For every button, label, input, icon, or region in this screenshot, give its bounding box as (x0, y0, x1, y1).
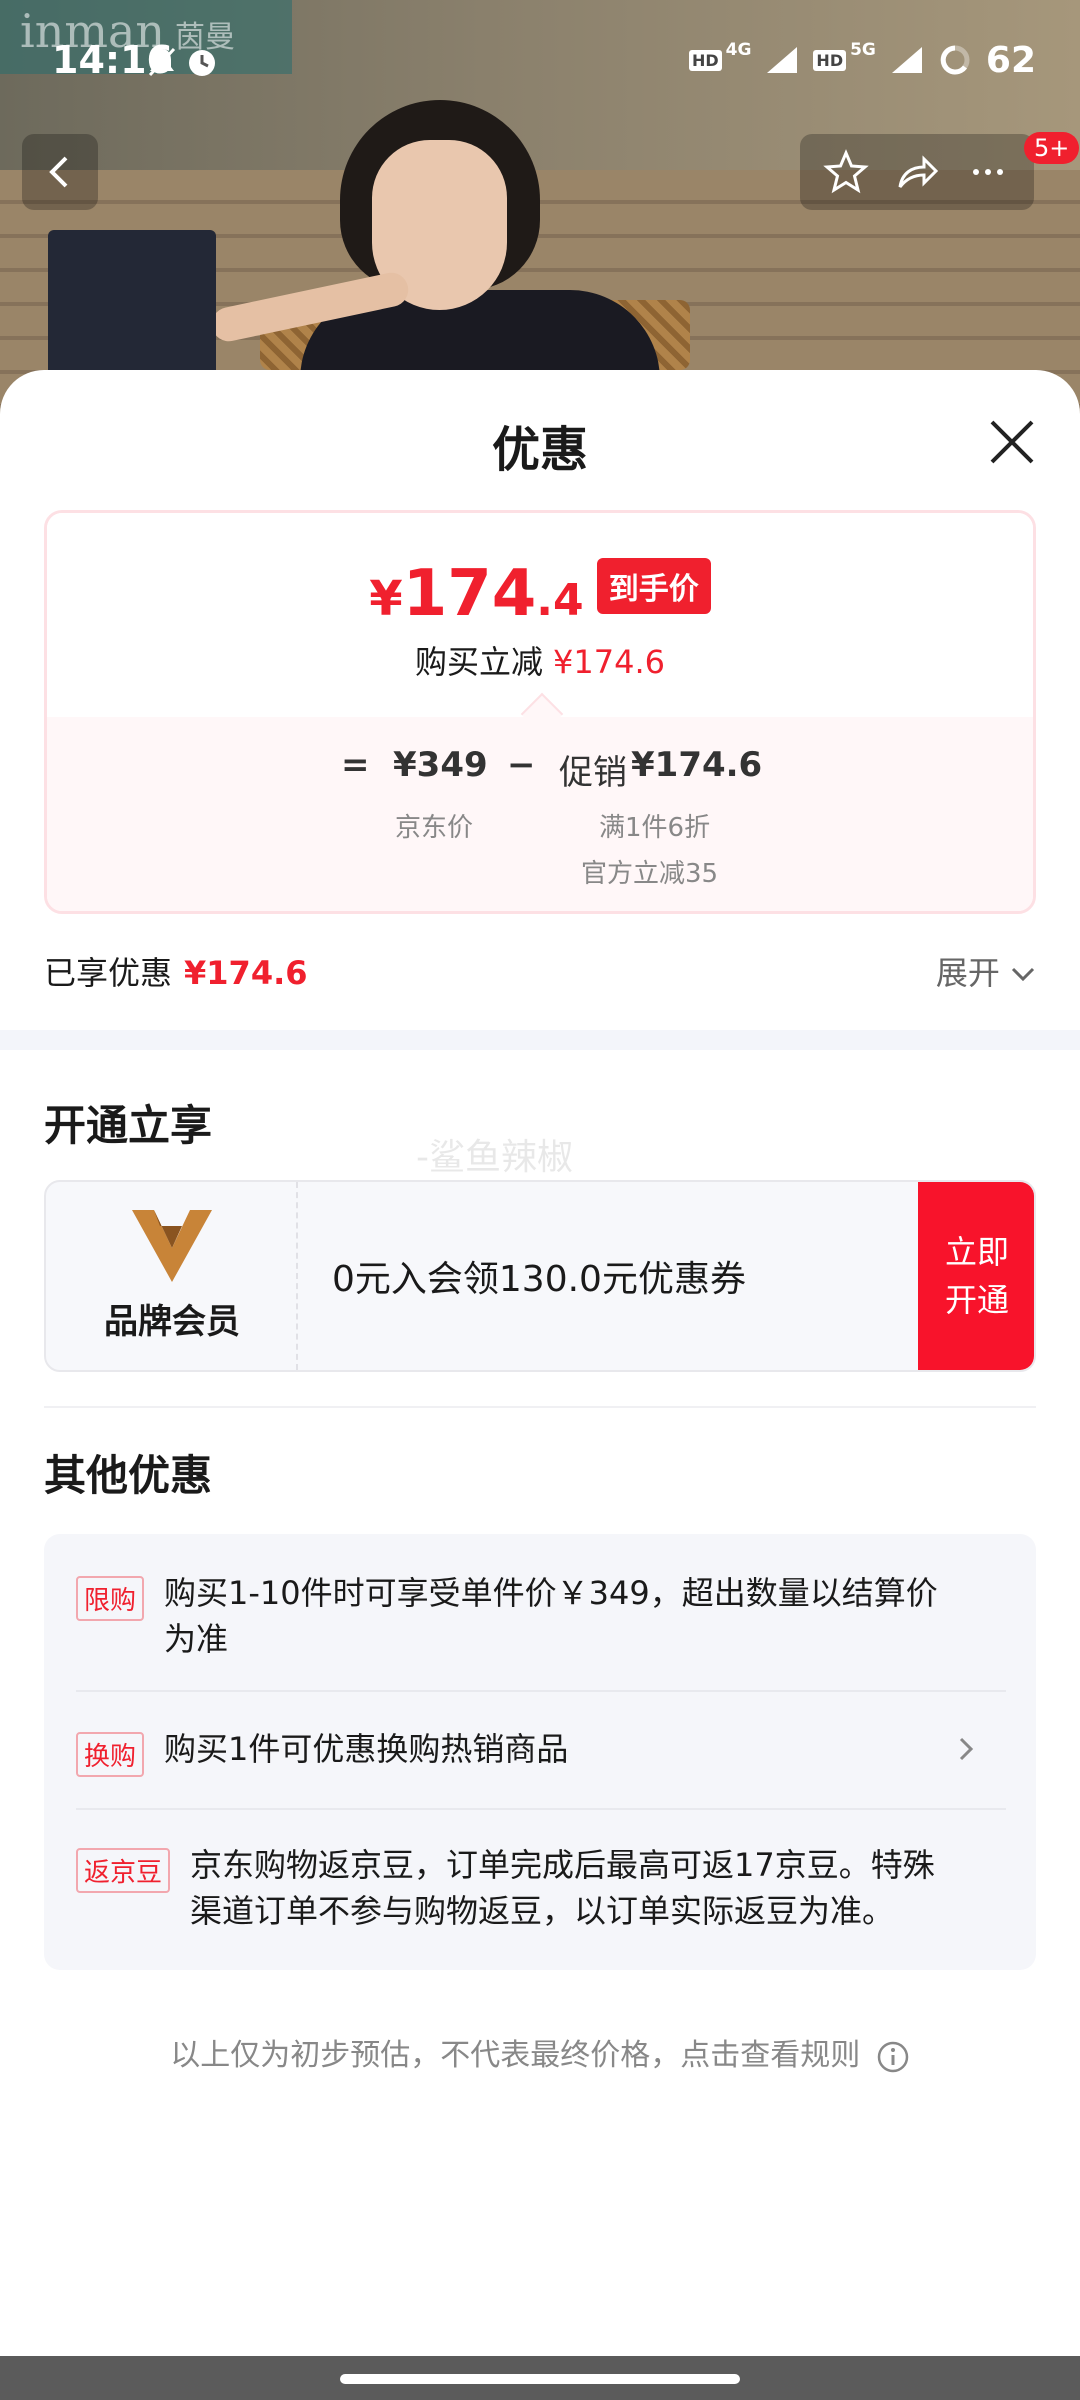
final-price-tag: 到手价 (596, 558, 711, 614)
rules-footnote[interactable]: 以上仅为初步预估，不代表最终价格，点击查看规则 (0, 2030, 1080, 2074)
close-icon[interactable] (984, 414, 1040, 470)
message-count-badge: 5+ (1024, 132, 1080, 164)
mute-bell-icon (148, 47, 176, 77)
expand-button[interactable]: 展开 (936, 948, 1036, 994)
list-item-exchange[interactable]: 换购 购买1件可优惠换购热销商品 (76, 1730, 1006, 1780)
top-action-group (800, 134, 1034, 210)
exchange-text: 购买1件可优惠换购热销商品 (164, 1730, 569, 1768)
jd-price-label: 京东价 (395, 813, 474, 843)
final-price: ¥174.4 到手价 (47, 557, 1033, 631)
more-icon[interactable] (963, 147, 1013, 197)
chevron-down-icon (1011, 967, 1035, 982)
join-now-line-2: 开通 (944, 1281, 1009, 1319)
battery-ring-icon (940, 45, 970, 75)
brand-member-label: 品牌会员 (104, 1302, 240, 1342)
jd-price: ¥349 (393, 745, 488, 785)
share-icon[interactable] (892, 147, 942, 197)
exchange-tag: 换购 (76, 1732, 145, 1777)
hd-badge-1: HD (688, 49, 722, 71)
alarm-icon (189, 50, 215, 76)
home-gesture-handle[interactable] (340, 2374, 740, 2384)
jingdou-text-line-1: 京东购物返京豆，订单完成后最高可返17京豆。特殊 (190, 1846, 935, 1884)
status-bar: 14:16 HD 4G HD 5G 62 (0, 0, 1080, 120)
enjoyed-value: ¥174.6 (184, 954, 308, 992)
list-item-limit: 限购 购买1-10件时可享受单件价￥349，超出数量以结算价 为准 (76, 1572, 1006, 1672)
join-now-line-1: 立即 (944, 1233, 1009, 1271)
hd-badge-2: HD (813, 49, 847, 71)
instant-discount-label: 购买立减 (415, 643, 544, 681)
instant-discount-value: ¥174.6 (553, 643, 665, 681)
jingdou-text-line-2: 渠道订单不参与购物返豆，以订单实际返豆为准。 (190, 1892, 895, 1930)
promo-detail-1: 满1件6折 (599, 813, 711, 843)
open-section-title: 开通立享 (44, 1101, 213, 1150)
promo-value: ¥174.6 (631, 745, 763, 785)
minus-sign: − (507, 745, 536, 785)
enjoyed-discount: 已享优惠 ¥174.6 (44, 948, 308, 994)
limit-text-line-2: 为准 (164, 1620, 229, 1658)
info-icon (877, 2041, 909, 2072)
price-decimal: .4 (536, 575, 584, 626)
footnote-text: 以上仅为初步预估，不代表最终价格，点击查看规则 (170, 2038, 861, 2073)
limit-tag: 限购 (76, 1576, 145, 1621)
brand-member-logo-icon (132, 1210, 212, 1282)
price-breakdown: = ¥349 − 促销 ¥174.6 京东价 满1件6折 官方立减35 (47, 717, 1033, 911)
promo-detail-2: 官方立减35 (581, 859, 719, 889)
system-nav-bar (0, 2356, 1080, 2400)
jingdou-tag: 返京豆 (76, 1848, 171, 1893)
chevron-left-icon (49, 156, 68, 188)
brand-member-card[interactable]: 品牌会员 0元入会领130.0元优惠券 立即 开通 (44, 1180, 1036, 1372)
price-card: ¥174.4 到手价 购买立减 ¥174.6 = ¥349 − 促销 ¥174.6… (44, 510, 1036, 914)
network-type-1: 4G (725, 40, 752, 60)
signal-icon-2 (891, 47, 922, 73)
discount-sheet: 优惠 ¥174.4 到手价 购买立减 ¥174.6 = ¥349 − 促销 ¥17… (0, 370, 1080, 2356)
other-offers-list: 限购 购买1-10件时可享受单件价￥349，超出数量以结算价 为准 换购 购买1… (44, 1534, 1036, 1970)
expand-label: 展开 (935, 954, 1000, 992)
price-yen: ¥ (369, 571, 403, 627)
star-icon[interactable] (821, 147, 871, 197)
sheet-title: 优惠 (491, 422, 588, 478)
back-button[interactable] (22, 134, 98, 210)
join-now-button[interactable]: 立即 开通 (918, 1182, 1034, 1370)
limit-text-line-1: 购买1-10件时可享受单件价￥349，超出数量以结算价 (164, 1574, 938, 1612)
enjoyed-label: 已享优惠 (44, 954, 173, 992)
signal-icon (767, 47, 798, 73)
watermark: -鲨鱼辣椒 (416, 1137, 573, 1178)
battery-level: 62 (985, 39, 1036, 81)
other-section-title: 其他优惠 (44, 1451, 213, 1500)
equals-sign: = (341, 745, 370, 785)
list-item-jingdou: 返京豆 京东购物返京豆，订单完成后最高可返17京豆。特殊 渠道订单不参与购物返豆… (76, 1844, 1006, 1944)
instant-discount: 购买立减 ¥174.6 (47, 637, 1033, 683)
network-type-2: 5G (850, 40, 876, 60)
member-offer-text: 0元入会领130.0元优惠券 (332, 1259, 746, 1300)
chevron-right-icon (959, 1737, 974, 1761)
price-integer: 174 (402, 557, 537, 631)
promo-label: 促销 (559, 753, 627, 793)
